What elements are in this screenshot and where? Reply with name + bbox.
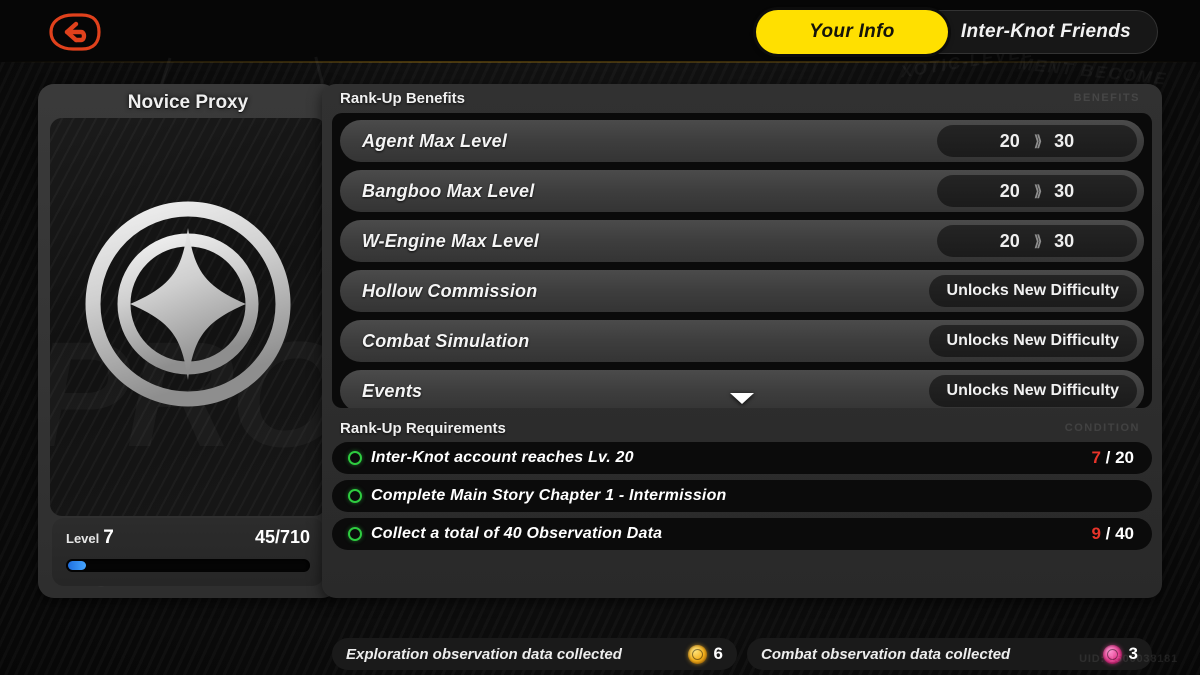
player-level-top-row: Level 7 45/710 xyxy=(66,527,310,549)
benefit-row-unlock-text: Unlocks New Difficulty xyxy=(946,282,1119,299)
benefit-row-to-value: 30 xyxy=(1054,180,1075,201)
requirement-current-value: 7 xyxy=(1091,448,1101,467)
requirement-row[interactable]: Collect a total of 40 Observation Data 9 … xyxy=(332,518,1152,550)
back-button[interactable] xyxy=(42,10,104,54)
benefit-row-unlock-text: Unlocks New Difficulty xyxy=(946,332,1119,349)
benefit-row-value-pill: 20 ⟫ 30 xyxy=(937,225,1137,257)
benefits-watermark: BENEFITS xyxy=(1073,92,1140,104)
player-exp-bar xyxy=(66,559,310,572)
requirement-status-circle-icon xyxy=(348,489,362,503)
benefit-row-value-pill: 20 ⟫ 30 xyxy=(937,175,1137,207)
requirement-status-circle-icon xyxy=(348,527,362,541)
gold-observation-token-icon xyxy=(687,644,707,664)
benefit-row-value-pill: Unlocks New Difficulty xyxy=(928,375,1137,407)
tab-your-info-label: Your Info xyxy=(809,21,895,42)
uid-watermark: UID: 1500038181 xyxy=(1079,653,1178,665)
requirement-total-value: / 40 xyxy=(1105,524,1134,543)
player-level-value: 7 xyxy=(103,527,114,548)
benefit-row-label: Bangboo Max Level xyxy=(362,180,535,201)
benefit-row[interactable]: Agent Max Level 20 ⟫ 30 xyxy=(340,120,1144,162)
benefit-row[interactable]: Combat Simulation Unlocks New Difficulty xyxy=(340,320,1144,362)
benefit-row-label: Combat Simulation xyxy=(362,330,530,351)
benefit-row-to-value: 30 xyxy=(1054,130,1075,151)
requirement-row[interactable]: Complete Main Story Chapter 1 - Intermis… xyxy=(332,480,1152,512)
benefit-row-label: Events xyxy=(362,380,423,401)
observation-data-value-group: 6 xyxy=(687,644,723,664)
benefit-row-unlock-text: Unlocks New Difficulty xyxy=(946,382,1119,399)
observation-data-count: 6 xyxy=(713,644,723,663)
requirement-total-value: / 20 xyxy=(1105,448,1134,467)
top-tab-bar: Inter-Knot Friends Your Info xyxy=(755,10,1158,54)
player-exp-bar-fill xyxy=(68,561,86,570)
requirements-watermark: CONDITION xyxy=(1064,422,1140,434)
token-inner-ring xyxy=(691,648,703,660)
benefits-header-label: Rank-Up Benefits xyxy=(340,90,466,107)
back-arrow-icon xyxy=(49,13,101,51)
requirement-text: Collect a total of 40 Observation Data xyxy=(371,525,663,542)
requirement-text: Inter-Knot account reaches Lv. 20 xyxy=(371,449,634,466)
requirements-section-header: Rank-Up Requirements CONDITION xyxy=(322,414,1162,443)
observation-data-row[interactable]: Exploration observation data collected 6 xyxy=(332,638,737,670)
benefit-row-label: W-Engine Max Level xyxy=(362,230,539,251)
player-level-box: Level 7 45/710 xyxy=(52,518,324,586)
benefits-section-header: Rank-Up Benefits BENEFITS xyxy=(322,84,1162,113)
rank-emblem-panel: PROXY xyxy=(50,118,326,516)
tab-inter-knot-friends[interactable]: Inter-Knot Friends xyxy=(917,10,1158,54)
requirement-status-circle-icon xyxy=(348,451,362,465)
benefit-row-from-value: 20 xyxy=(999,130,1020,151)
benefits-list[interactable]: Agent Max Level 20 ⟫ 30 Bangboo Max Level 20 ⟫… xyxy=(332,113,1152,408)
benefit-row-from-value: 20 xyxy=(999,230,1020,251)
benefit-row[interactable]: Hollow Commission Unlocks New Difficulty xyxy=(340,270,1144,312)
player-level-label: Level 7 xyxy=(66,527,114,549)
rank-emblem-star-icon xyxy=(85,201,291,407)
benefit-row-label: Agent Max Level xyxy=(362,130,508,151)
requirement-progress: 7 / 20 xyxy=(1091,448,1134,468)
benefit-row-value-pill: 20 ⟫ 30 xyxy=(937,125,1137,157)
benefit-row-value-pill: Unlocks New Difficulty xyxy=(928,325,1137,357)
requirement-current-value: 9 xyxy=(1091,524,1101,543)
rank-up-panel: Rank-Up Benefits BENEFITS Agent Max Leve… xyxy=(322,84,1162,670)
requirement-text: Complete Main Story Chapter 1 - Intermis… xyxy=(371,487,727,504)
double-chevron-right-icon: ⟫ xyxy=(1033,133,1042,150)
player-rank-title: Novice Proxy xyxy=(127,92,249,113)
requirement-row[interactable]: Inter-Knot account reaches Lv. 20 7 / 20 xyxy=(332,442,1152,474)
benefit-row[interactable]: W-Engine Max Level 20 ⟫ 30 xyxy=(340,220,1144,262)
requirements-list: Inter-Knot account reaches Lv. 20 7 / 20 C… xyxy=(332,442,1152,556)
double-chevron-right-icon: ⟫ xyxy=(1033,183,1042,200)
player-level-word: Level xyxy=(66,531,100,546)
benefit-row-from-value: 20 xyxy=(999,180,1020,201)
benefit-row-to-value: 30 xyxy=(1054,230,1075,251)
benefit-row-label: Hollow Commission xyxy=(362,280,538,301)
observation-data-label: Exploration observation data collected xyxy=(346,645,622,663)
chevron-down-icon[interactable] xyxy=(730,393,754,404)
benefit-row[interactable]: Bangboo Max Level 20 ⟫ 30 xyxy=(340,170,1144,212)
player-card: Novice Proxy PROXY xyxy=(38,84,338,598)
double-chevron-right-icon: ⟫ xyxy=(1033,233,1042,250)
player-exp-value: 45/710 xyxy=(254,527,310,547)
tab-inter-knot-friends-label: Inter-Knot Friends xyxy=(960,21,1131,42)
observation-data-label: Combat observation data collected xyxy=(761,645,1011,663)
benefit-row-value-pill: Unlocks New Difficulty xyxy=(928,275,1137,307)
observation-data-rows: Exploration observation data collected 6 C… xyxy=(332,638,1152,670)
tab-your-info[interactable]: Your Info xyxy=(755,10,948,54)
requirements-header-label: Rank-Up Requirements xyxy=(340,420,506,437)
requirement-progress: 9 / 40 xyxy=(1091,524,1134,544)
